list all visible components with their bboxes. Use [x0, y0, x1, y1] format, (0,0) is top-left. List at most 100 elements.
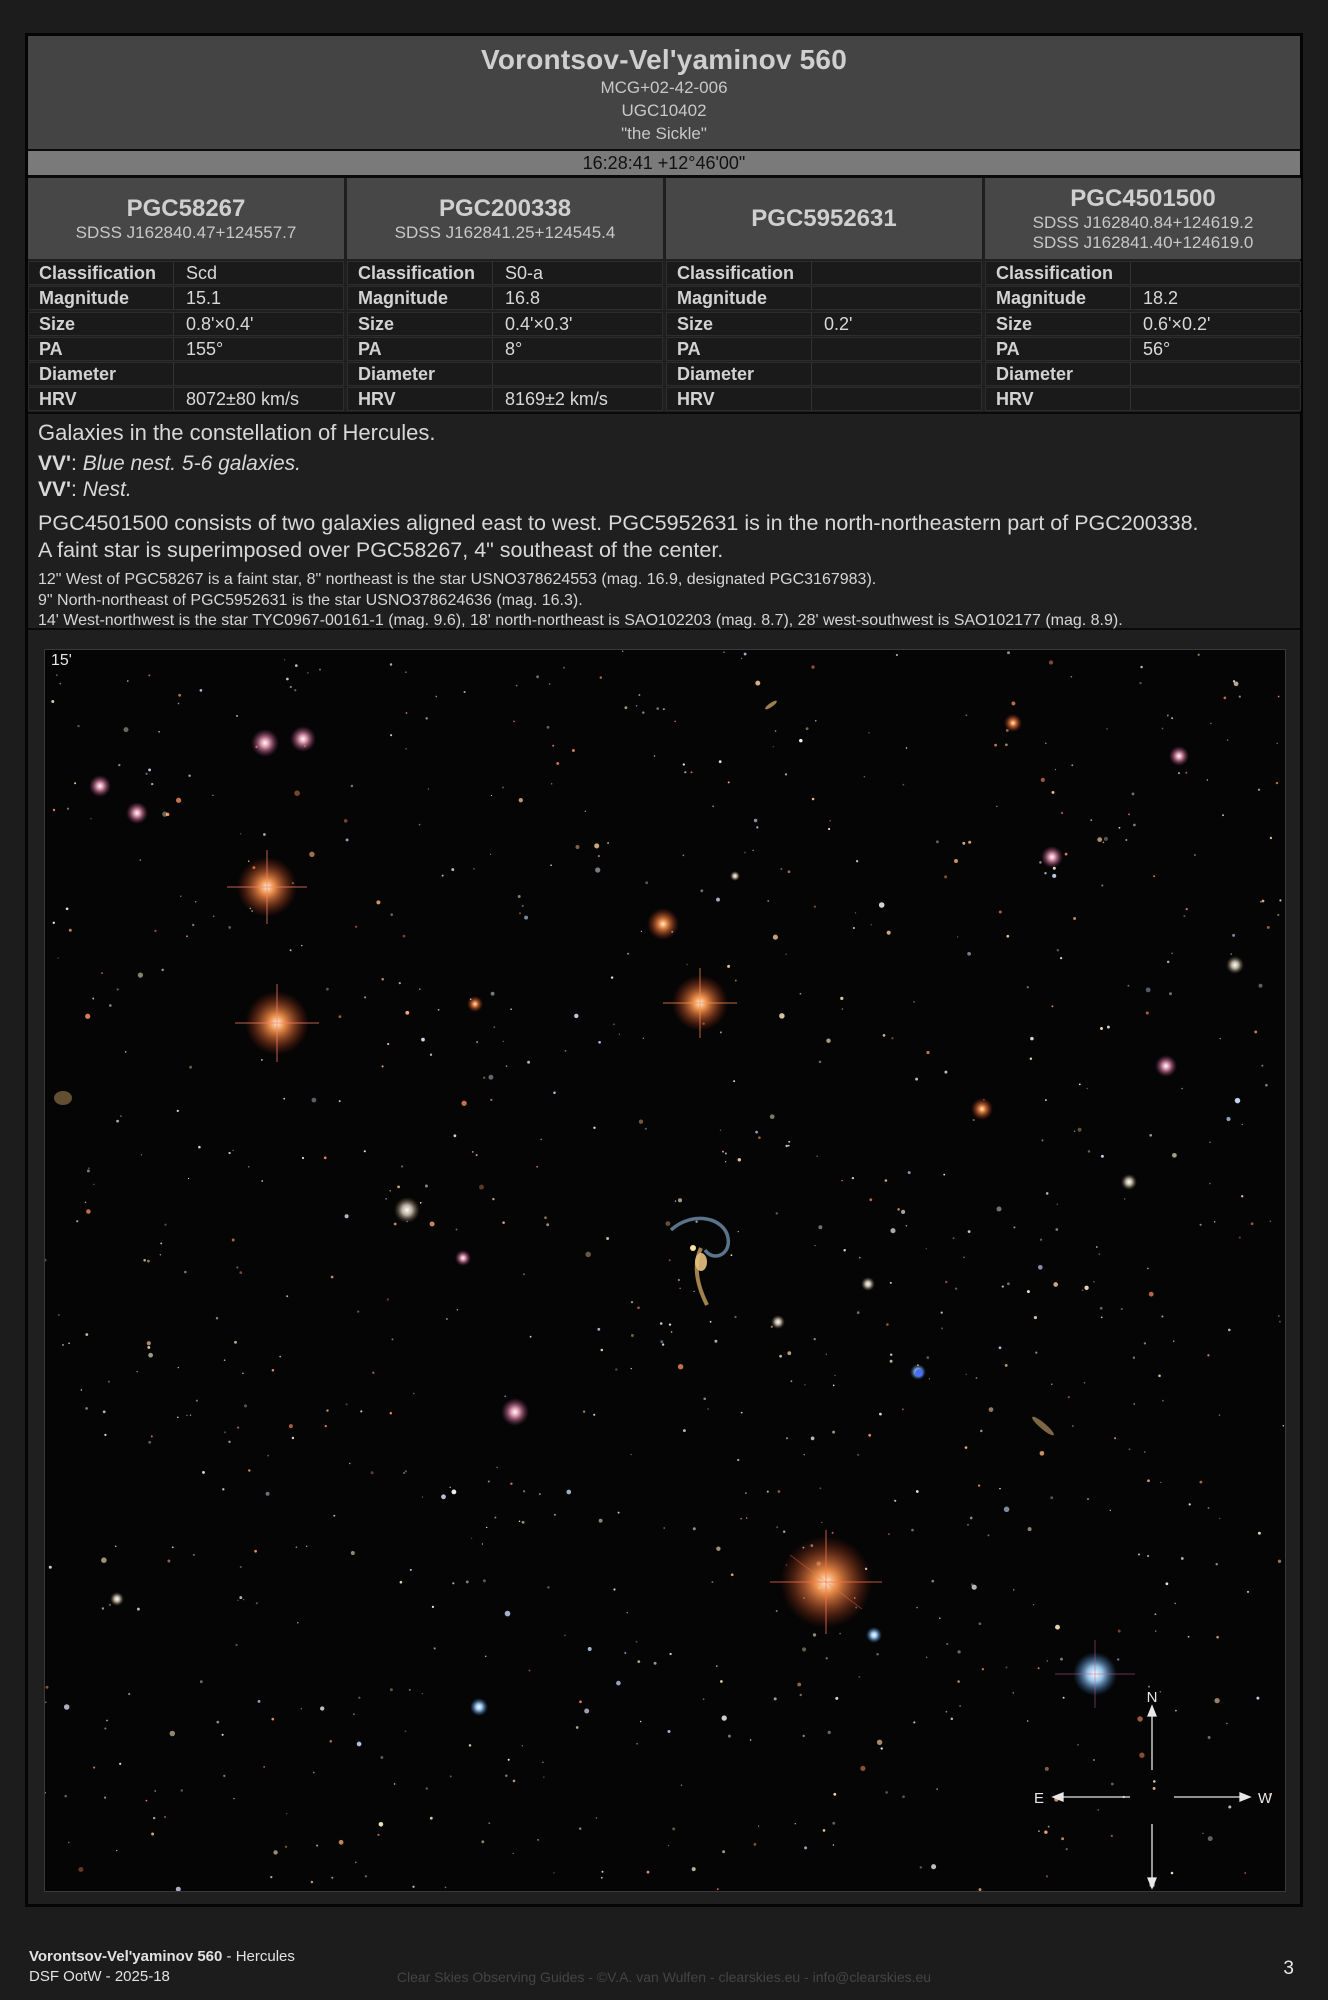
- star: [286, 1295, 289, 1298]
- star: [1038, 1830, 1040, 1832]
- star: [1051, 1383, 1053, 1385]
- star: [722, 1850, 725, 1854]
- star: [851, 1176, 855, 1180]
- star: [254, 1549, 257, 1553]
- row-label: Size: [348, 312, 493, 335]
- star: [1052, 873, 1057, 878]
- star: [476, 1041, 479, 1044]
- star: [616, 1680, 621, 1686]
- star: [370, 1471, 374, 1475]
- star: [1045, 1192, 1049, 1195]
- star: [1095, 1246, 1098, 1248]
- star: [540, 1138, 542, 1141]
- star: [145, 1799, 148, 1802]
- star: [682, 854, 685, 857]
- star: [668, 1259, 671, 1262]
- star: [716, 1665, 718, 1667]
- star: [617, 1511, 620, 1514]
- star: [451, 1489, 457, 1495]
- object-name: PGC58267: [126, 194, 246, 222]
- row-magnitude: Magnitude 18.2: [985, 286, 1301, 311]
- star: [68, 1342, 70, 1345]
- note-line: 12" West of PGC58267 is a faint star, 8"…: [38, 571, 877, 588]
- star: [1154, 1630, 1157, 1632]
- star: [547, 1586, 550, 1589]
- star: [397, 1185, 400, 1189]
- star: [419, 988, 421, 990]
- star: [772, 934, 778, 940]
- star: [931, 1579, 935, 1583]
- star: [85, 1407, 88, 1410]
- description-box: Galaxies in the constellation of Hercule…: [28, 412, 1300, 630]
- star: [248, 1469, 251, 1472]
- star: [1257, 1531, 1261, 1535]
- star: [234, 1340, 237, 1344]
- star: [1056, 1203, 1058, 1205]
- star: [630, 1367, 633, 1370]
- star: [345, 838, 349, 842]
- star: [595, 1817, 598, 1819]
- star: [987, 1534, 990, 1537]
- star: [814, 1244, 816, 1247]
- star: [490, 1098, 493, 1102]
- bright-star: [1041, 846, 1063, 868]
- star: [1037, 1667, 1040, 1670]
- star: [1147, 1267, 1149, 1270]
- star: [998, 910, 1002, 914]
- star: [1100, 1154, 1104, 1158]
- star: [1055, 1624, 1060, 1630]
- star: [291, 1436, 295, 1440]
- star: [518, 1520, 521, 1523]
- star: [677, 1364, 684, 1370]
- star: [1110, 1834, 1113, 1838]
- star: [233, 1797, 235, 1800]
- star: [804, 1846, 808, 1850]
- star: [1060, 811, 1064, 815]
- row-value: 8169±2 km/s: [505, 389, 608, 410]
- star: [1144, 1451, 1146, 1453]
- star: [57, 1313, 60, 1317]
- star: [1170, 1871, 1174, 1875]
- star: [819, 1487, 822, 1490]
- star: [1160, 1481, 1162, 1484]
- star: [88, 1167, 90, 1169]
- star: [1166, 714, 1169, 717]
- star: [780, 868, 783, 870]
- row-value: 8072±80 km/s: [186, 389, 299, 410]
- star: [116, 988, 119, 991]
- star: [858, 1256, 861, 1259]
- star: [517, 895, 521, 898]
- star: [787, 1351, 792, 1356]
- row-classification: Classification: [666, 261, 982, 285]
- star: [834, 1374, 836, 1377]
- star: [667, 1730, 671, 1733]
- row-value: [812, 388, 981, 410]
- star: [782, 1530, 786, 1533]
- alias-3: "the Sickle": [621, 124, 707, 143]
- star: [624, 1651, 627, 1654]
- star: [716, 1546, 721, 1551]
- star: [665, 1221, 671, 1227]
- star: [886, 1323, 889, 1326]
- star: [582, 1410, 586, 1413]
- star: [515, 684, 518, 687]
- row-value: [812, 262, 981, 284]
- star: [790, 1380, 793, 1383]
- star: [237, 1426, 240, 1429]
- star: [93, 1766, 96, 1769]
- star: [998, 1346, 1002, 1350]
- star: [1260, 901, 1262, 903]
- star: [721, 1715, 727, 1721]
- star: [1004, 1364, 1008, 1367]
- star: [295, 1546, 298, 1549]
- star: [579, 1700, 582, 1704]
- row-value: [493, 363, 662, 385]
- star: [522, 1273, 525, 1276]
- star: [1153, 875, 1156, 878]
- star: [1109, 1509, 1111, 1512]
- star: [964, 1446, 968, 1449]
- star: [1099, 1306, 1103, 1310]
- star: [114, 1545, 117, 1548]
- star: [745, 1492, 747, 1494]
- star: [243, 1598, 245, 1601]
